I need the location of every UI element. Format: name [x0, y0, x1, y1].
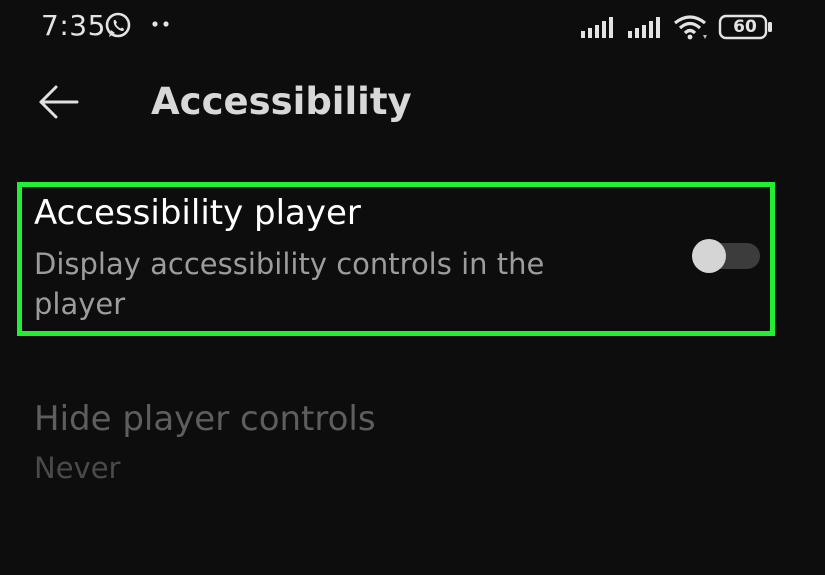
more-dots-icon	[152, 21, 169, 27]
setting-description: Display accessibility controls in the pl…	[34, 247, 545, 321]
back-arrow-icon[interactable]	[32, 78, 88, 128]
signal-icon	[628, 17, 660, 38]
hide-player-controls-value: Never	[34, 451, 121, 485]
hide-player-controls-title: Hide player controls	[34, 399, 376, 439]
setting-title: Accessibility player	[34, 193, 361, 233]
signal-icon	[581, 17, 613, 38]
status-time: 7:35	[41, 9, 106, 42]
status-bar: 7:35 60	[0, 0, 825, 55]
page-title: Accessibility	[151, 80, 412, 123]
whatsapp-icon	[105, 12, 131, 38]
accessibility-player-toggle[interactable]	[692, 239, 760, 273]
toggle-knob	[692, 239, 726, 273]
battery-level: 60	[733, 17, 757, 37]
wifi-icon	[674, 15, 707, 40]
